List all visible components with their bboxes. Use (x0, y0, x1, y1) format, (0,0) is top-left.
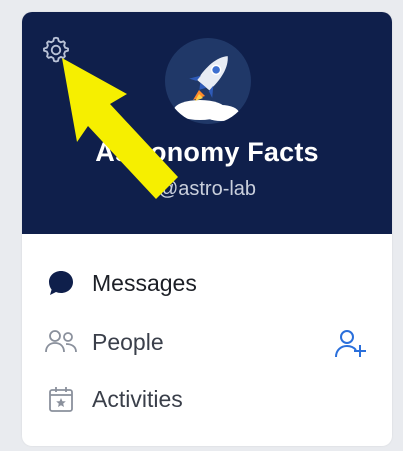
nav-item-label: People (92, 328, 164, 355)
nav-item-people[interactable]: People (44, 322, 164, 362)
group-handle: @astro-lab (157, 178, 257, 200)
nav-item-label: Messages (92, 269, 197, 296)
people-icon (44, 325, 78, 359)
nav-item-label: Activities (92, 385, 183, 412)
calendar-star-icon (44, 382, 78, 416)
nav-item-messages[interactable]: Messages (44, 263, 197, 303)
group-name: Astronomy Facts (95, 137, 319, 167)
group-header: Astronomy Facts @astro-lab (22, 12, 392, 234)
chat-bubble-icon (44, 266, 78, 300)
gear-icon[interactable] (40, 34, 72, 66)
nav-item-activities[interactable]: Activities (44, 379, 183, 419)
group-logo (165, 38, 251, 124)
add-person-icon[interactable] (332, 326, 368, 362)
rocket-icon (174, 56, 239, 121)
group-card: Astronomy Facts @astro-lab Messages Peop… (22, 12, 392, 446)
